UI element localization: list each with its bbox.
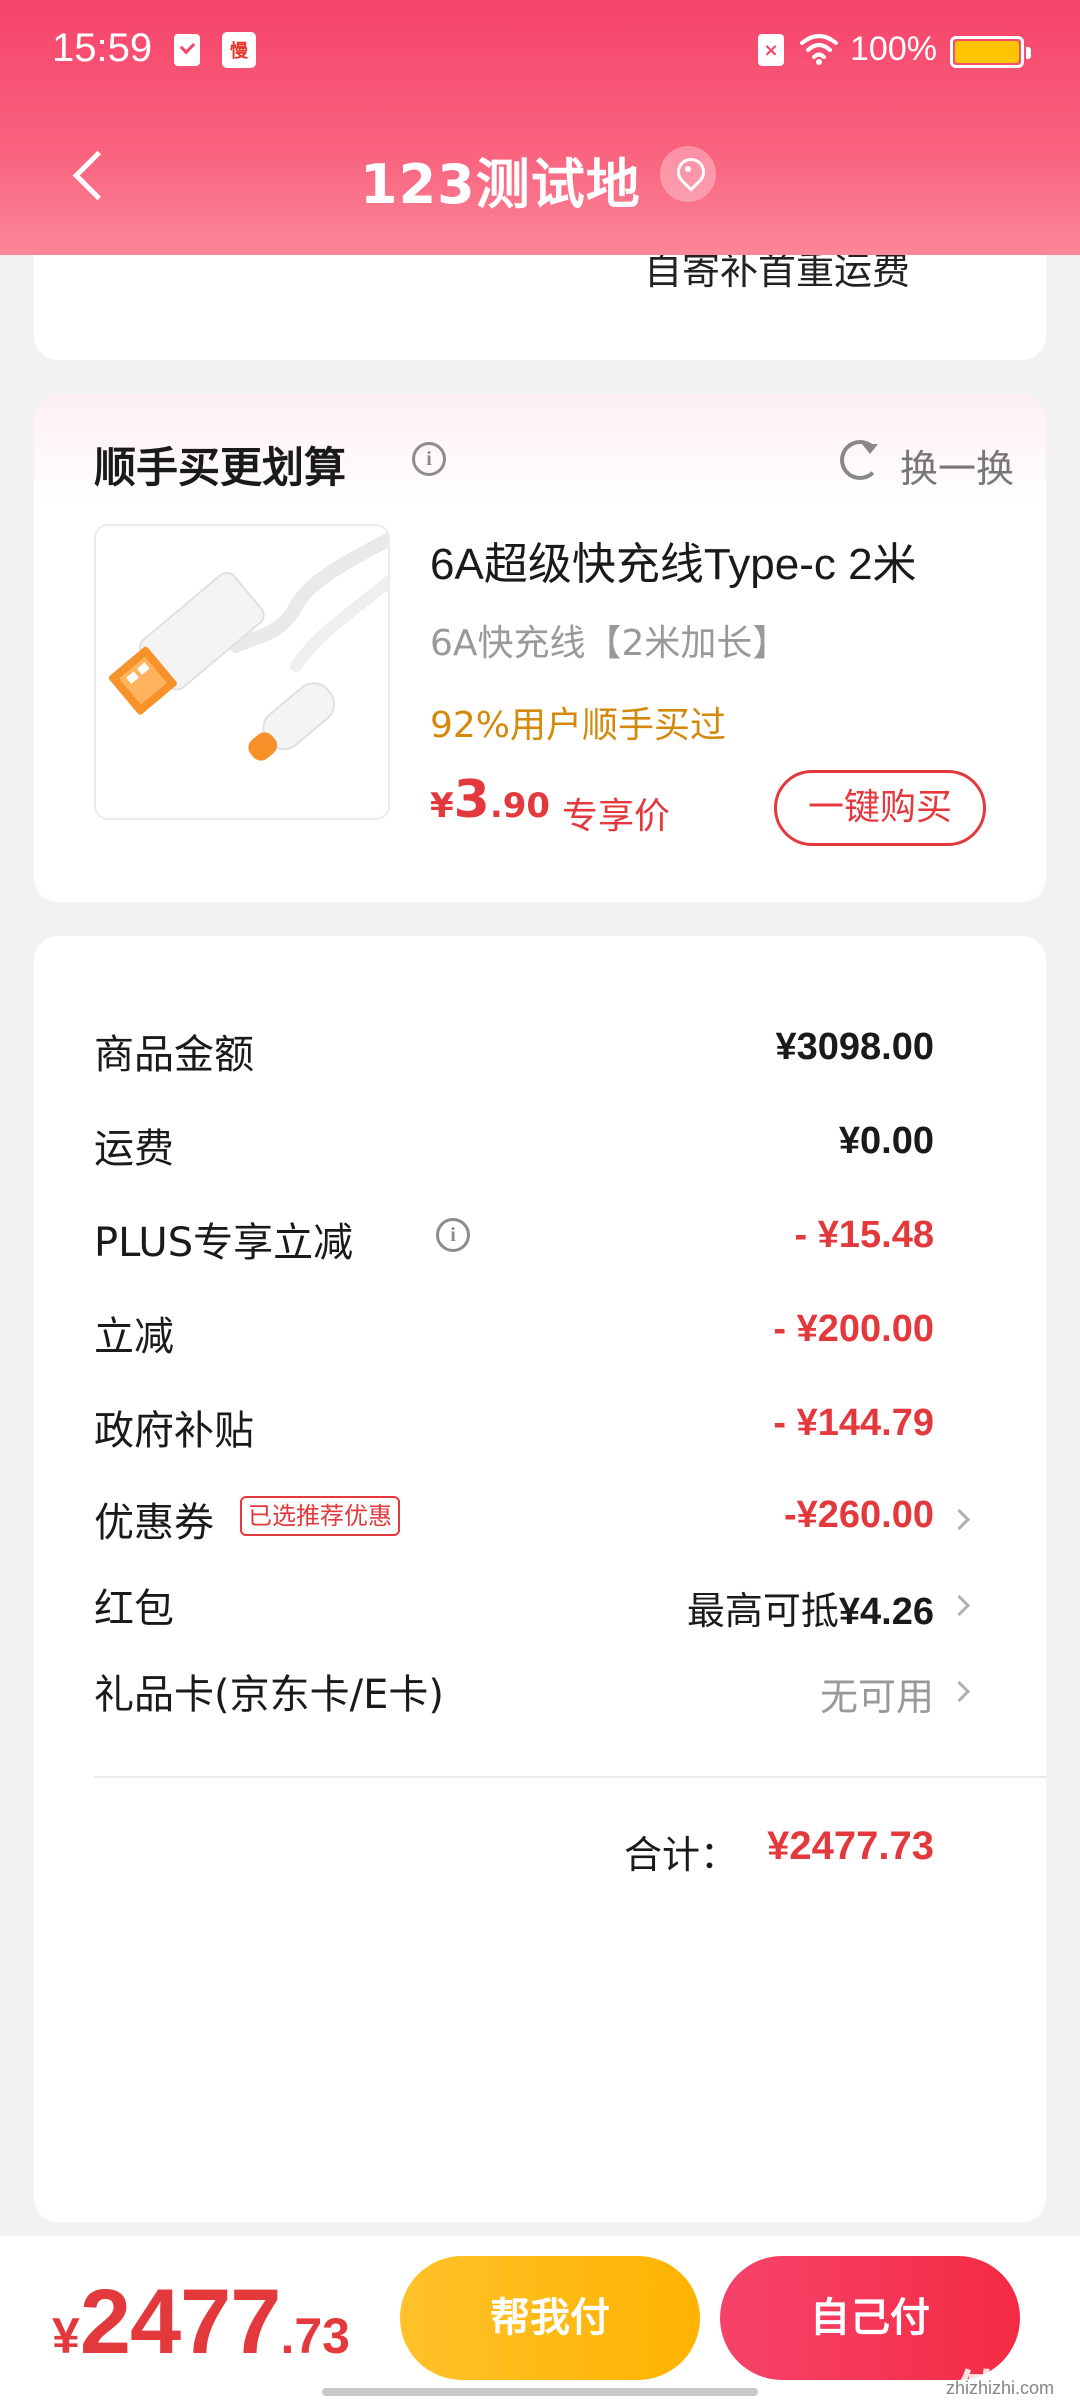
chevron-right-icon <box>952 1684 968 1700</box>
watermark-text: zhizhizhi.com <box>945 2378 1055 2398</box>
row-gift-card[interactable]: 礼品卡(京东卡/E卡) 无可用 <box>34 1662 1046 1732</box>
row-value: 最高可抵¥4.26 <box>687 1580 934 1635</box>
price-symbol: ¥ <box>52 2308 80 2364</box>
row-plus-discount: PLUS专享立减 - ¥15.48 <box>34 1210 1046 1280</box>
app-icon <box>222 32 256 68</box>
home-indicator[interactable] <box>322 2388 758 2396</box>
upsell-card: 顺手买更划算 换一换 6A超级快充线Type-c 2米 6A快充线【2米加长】 … <box>34 394 1046 902</box>
swap-label: 换一换 <box>900 447 1015 491</box>
price-symbol: ¥ <box>430 786 454 826</box>
price-decimal: .73 <box>280 2308 350 2364</box>
battery-icon <box>950 36 1031 68</box>
header: 15:59 100% 123测试地 <box>0 0 1080 255</box>
product-title[interactable]: 6A超级快充线Type-c 2米 <box>430 528 917 592</box>
row-label: 优惠券 <box>94 1500 214 1546</box>
usb-cable-image <box>108 532 388 761</box>
row-value: ¥3098.00 <box>775 1026 935 1068</box>
summary-divider <box>94 1776 1046 1778</box>
price-integer: 3 <box>453 770 490 830</box>
total-label: 合计： <box>624 1833 739 1877</box>
price-decimal: .90 <box>489 786 551 826</box>
row-label: 运费 <box>94 1126 174 1172</box>
order-summary-card: 商品金额 ¥3098.00 运费 ¥0.00 PLUS专享立减 - ¥15.48… <box>34 936 1046 2222</box>
coupon-badge: 已选推荐优惠 <box>240 1496 400 1536</box>
buy-now-button[interactable]: 一键购买 <box>774 770 986 846</box>
back-icon[interactable] <box>60 140 120 210</box>
product-social-proof: 92%用户顺手买过 <box>430 705 727 746</box>
product-image[interactable] <box>94 524 390 820</box>
row-value-amount: ¥4.26 <box>838 1591 934 1633</box>
row-label: 商品金额 <box>94 1032 254 1078</box>
info-icon[interactable] <box>436 1218 470 1252</box>
battery-percent: 100% <box>850 30 937 68</box>
row-label: 红包 <box>94 1586 174 1632</box>
row-label: PLUS专享立减 <box>94 1220 354 1266</box>
info-icon[interactable] <box>412 442 446 476</box>
row-shipping: 运费 ¥0.00 <box>34 1116 1046 1186</box>
swap-button[interactable]: 换一换 <box>804 434 1024 491</box>
row-value: 无可用 <box>819 1677 934 1719</box>
upsell-title: 顺手买更划算 <box>94 443 347 492</box>
row-label: 立减 <box>94 1314 174 1360</box>
check-icon <box>174 34 200 66</box>
price-tag: 专享价 <box>562 796 671 837</box>
row-red-packet[interactable]: 红包 最高可抵¥4.26 <box>34 1576 1046 1646</box>
row-value: - ¥15.48 <box>794 1214 934 1256</box>
chevron-right-icon <box>952 1598 968 1614</box>
row-gov-subsidy: 政府补贴 - ¥144.79 <box>34 1398 1046 1468</box>
sim-icon <box>758 34 784 66</box>
status-time: 15:59 <box>52 26 153 70</box>
checkout-bar: ¥2477.73 帮我付 自己付 <box>0 2236 1080 2400</box>
row-value: ¥0.00 <box>838 1120 934 1162</box>
help-pay-button[interactable]: 帮我付 <box>400 2256 700 2380</box>
location-pin-icon[interactable] <box>660 146 716 202</box>
refresh-icon <box>840 440 880 480</box>
row-goods-amount: 商品金额 ¥3098.00 <box>34 1022 1046 1092</box>
row-value: -¥260.00 <box>783 1494 934 1536</box>
row-value: - ¥144.79 <box>773 1402 934 1444</box>
product-spec: 6A快充线【2米加长】 <box>430 623 789 664</box>
page-title[interactable]: 123测试地 <box>360 140 641 219</box>
row-label: 礼品卡(京东卡/E卡) <box>94 1672 444 1718</box>
product-price: ¥3.90 <box>430 770 550 830</box>
checkout-price: ¥2477.73 <box>52 2270 350 2375</box>
watermark: 值值值 zhizhizhi.com <box>930 2352 1070 2400</box>
row-coupon[interactable]: 优惠券 已选推荐优惠 -¥260.00 <box>34 1490 1046 1560</box>
wifi-icon <box>800 34 838 65</box>
price-integer: 2477 <box>79 2271 282 2373</box>
row-instant-discount: 立减 - ¥200.00 <box>34 1304 1046 1374</box>
row-value-prefix: 最高可抵 <box>686 1591 839 1633</box>
row-label: 政府补贴 <box>94 1408 254 1454</box>
row-value: - ¥200.00 <box>773 1308 934 1350</box>
chevron-right-icon <box>952 1512 968 1528</box>
status-bar: 15:59 100% <box>0 0 1080 100</box>
total-value: ¥2477.73 <box>767 1824 934 1868</box>
